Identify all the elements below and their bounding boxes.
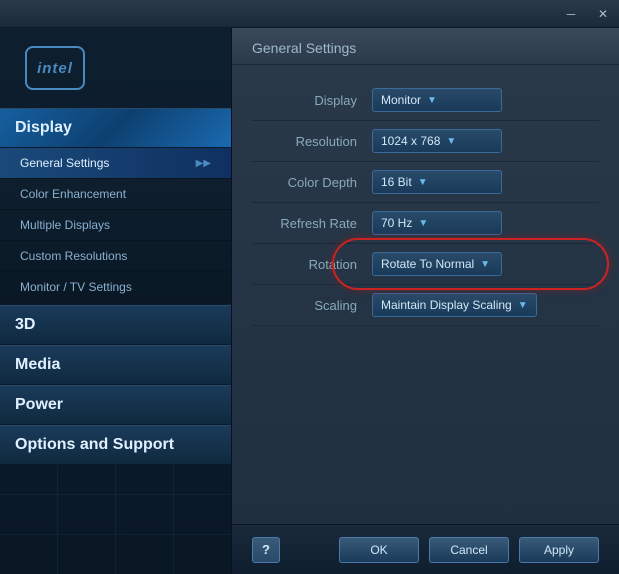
content-title: General Settings [252, 40, 356, 56]
sidebar-item-power-label: Power [15, 396, 63, 413]
dropdown-arrow-icon: ▼ [480, 259, 490, 270]
sidebar-decorative [0, 465, 231, 574]
forward-arrows-icon: ▶▶ [196, 158, 211, 169]
main-container: intel Display General Settings ▶▶ Color … [0, 28, 619, 574]
setting-label-resolution: Resolution [252, 134, 372, 149]
setting-label-scaling: Scaling [252, 298, 372, 313]
intel-logo-inner: intel [25, 46, 85, 90]
sidebar-item-multiple-displays-label: Multiple Displays [20, 218, 110, 232]
sidebar-item-general-settings[interactable]: General Settings ▶▶ [0, 148, 231, 179]
color-depth-dropdown-value: 16 Bit [381, 175, 412, 189]
sidebar-sub-items: General Settings ▶▶ Color Enhancement Mu… [0, 148, 231, 303]
bottom-bar: ? OK Cancel Apply [232, 524, 619, 574]
sidebar-item-display[interactable]: Display [0, 108, 231, 148]
dropdown-arrow-icon: ▼ [446, 136, 456, 147]
rotation-dropdown[interactable]: Rotate To Normal ▼ [372, 252, 502, 276]
setting-row-refresh-rate: Refresh Rate 70 Hz ▼ [252, 203, 599, 244]
sidebar-item-monitor-tv-settings[interactable]: Monitor / TV Settings [0, 272, 231, 303]
sidebar-item-3d[interactable]: 3D [0, 305, 231, 345]
sidebar-item-multiple-displays[interactable]: Multiple Displays [0, 210, 231, 241]
scaling-dropdown[interactable]: Maintain Display Scaling ▼ [372, 293, 537, 317]
setting-control-scaling: Maintain Display Scaling ▼ [372, 293, 599, 317]
sidebar-item-media-label: Media [15, 356, 60, 373]
setting-label-rotation: Rotation [252, 257, 372, 272]
intel-logo-text: intel [37, 60, 73, 77]
setting-label-display: Display [252, 93, 372, 108]
titlebar: ─ ✕ [0, 0, 619, 28]
refresh-rate-dropdown[interactable]: 70 Hz ▼ [372, 211, 502, 235]
setting-row-color-depth: Color Depth 16 Bit ▼ [252, 162, 599, 203]
sidebar-item-power[interactable]: Power [0, 385, 231, 425]
refresh-rate-dropdown-value: 70 Hz [381, 216, 412, 230]
apply-button[interactable]: Apply [519, 537, 599, 563]
sidebar-item-custom-resolutions-label: Custom Resolutions [20, 249, 127, 263]
resolution-dropdown[interactable]: 1024 x 768 ▼ [372, 129, 502, 153]
sidebar-item-3d-label: 3D [15, 316, 35, 333]
sidebar: intel Display General Settings ▶▶ Color … [0, 28, 232, 574]
sidebar-item-color-enhancement[interactable]: Color Enhancement [0, 179, 231, 210]
minimize-button[interactable]: ─ [555, 0, 587, 28]
resolution-dropdown-value: 1024 x 768 [381, 134, 440, 148]
setting-row-resolution: Resolution 1024 x 768 ▼ [252, 121, 599, 162]
setting-control-rotation: Rotate To Normal ▼ [372, 252, 599, 276]
rotation-dropdown-value: Rotate To Normal [381, 257, 474, 271]
sidebar-section-display: Display General Settings ▶▶ Color Enhanc… [0, 108, 231, 303]
settings-area: Display Monitor ▼ Resolution 1024 x 768 … [232, 65, 619, 524]
display-dropdown[interactable]: Monitor ▼ [372, 88, 502, 112]
sidebar-item-options-support-label: Options and Support [15, 436, 174, 453]
help-button[interactable]: ? [252, 537, 280, 563]
sidebar-item-media[interactable]: Media [0, 345, 231, 385]
ok-button[interactable]: OK [339, 537, 419, 563]
sidebar-item-color-enhancement-label: Color Enhancement [20, 187, 126, 201]
content-panel: General Settings Display Monitor ▼ Resol… [232, 28, 619, 574]
color-depth-dropdown[interactable]: 16 Bit ▼ [372, 170, 502, 194]
content-header: General Settings [232, 28, 619, 65]
sidebar-item-custom-resolutions[interactable]: Custom Resolutions [0, 241, 231, 272]
sidebar-item-options-support[interactable]: Options and Support [0, 425, 231, 465]
intel-logo: intel [15, 38, 95, 98]
dropdown-arrow-icon: ▼ [418, 177, 428, 188]
setting-control-color-depth: 16 Bit ▼ [372, 170, 599, 194]
sidebar-item-display-label: Display [15, 119, 72, 136]
setting-label-refresh-rate: Refresh Rate [252, 216, 372, 231]
setting-control-display: Monitor ▼ [372, 88, 599, 112]
titlebar-buttons: ─ ✕ [555, 0, 619, 27]
setting-row-scaling: Scaling Maintain Display Scaling ▼ [252, 285, 599, 326]
sidebar-item-general-settings-label: General Settings [20, 156, 109, 170]
cancel-button[interactable]: Cancel [429, 537, 509, 563]
display-dropdown-value: Monitor [381, 93, 421, 107]
scaling-dropdown-value: Maintain Display Scaling [381, 298, 512, 312]
setting-control-resolution: 1024 x 768 ▼ [372, 129, 599, 153]
setting-label-color-depth: Color Depth [252, 175, 372, 190]
dropdown-arrow-icon: ▼ [518, 300, 528, 311]
close-button[interactable]: ✕ [587, 0, 619, 28]
sidebar-item-monitor-tv-settings-label: Monitor / TV Settings [20, 280, 132, 294]
dropdown-arrow-icon: ▼ [427, 95, 437, 106]
setting-control-refresh-rate: 70 Hz ▼ [372, 211, 599, 235]
dropdown-arrow-icon: ▼ [418, 218, 428, 229]
setting-row-rotation: Rotation Rotate To Normal ▼ [252, 244, 599, 285]
setting-row-display: Display Monitor ▼ [252, 80, 599, 121]
